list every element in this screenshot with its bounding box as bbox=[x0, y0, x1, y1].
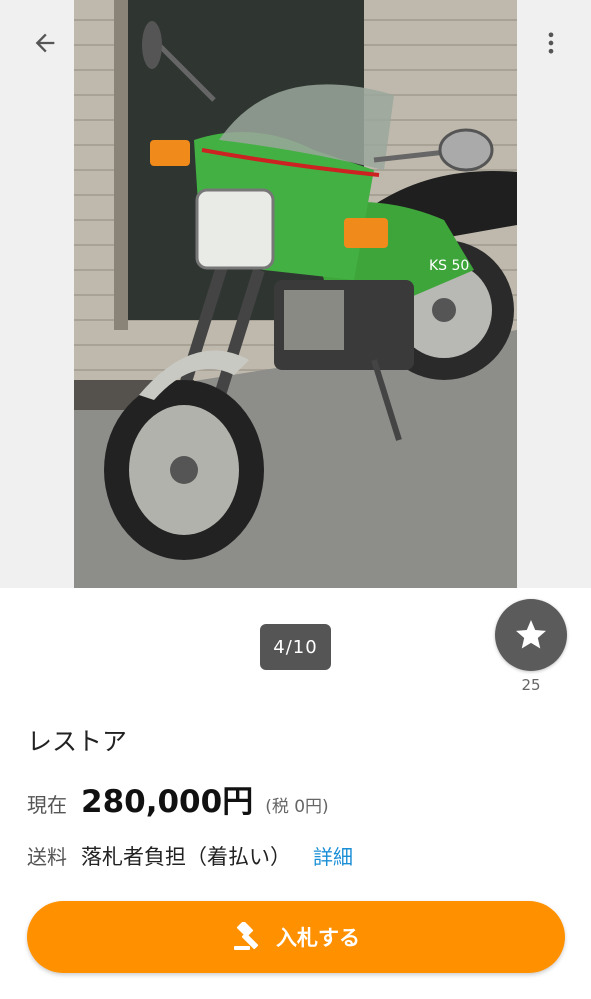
favorite-button[interactable] bbox=[495, 599, 567, 671]
price-label: 現在 bbox=[27, 793, 67, 817]
bid-button-label: 入札する bbox=[276, 927, 360, 950]
shipping-value: 落札者負担（着払い） bbox=[81, 845, 291, 869]
svg-text:KS 50: KS 50 bbox=[429, 258, 469, 274]
shipping-row: 送料 落札者負担（着払い） 詳細 bbox=[27, 841, 353, 871]
bid-button[interactable]: 入札する bbox=[27, 901, 565, 973]
arrow-left-icon bbox=[35, 33, 55, 53]
star-icon bbox=[516, 620, 546, 649]
current-price: 280,000円 bbox=[81, 784, 254, 820]
image-gallery[interactable]: KS 50 bbox=[0, 0, 591, 588]
shipping-label: 送料 bbox=[27, 845, 67, 869]
price-row: 現在 280,000円 (税 0円) bbox=[27, 776, 329, 821]
motorcycle-image: KS 50 bbox=[74, 0, 517, 588]
back-button[interactable] bbox=[22, 20, 68, 66]
more-vertical-icon bbox=[548, 32, 554, 54]
favorite-count: 25 bbox=[521, 676, 541, 694]
item-title: レストア bbox=[27, 727, 128, 756]
shipping-detail-link[interactable]: 詳細 bbox=[313, 841, 353, 870]
item-photo[interactable]: KS 50 bbox=[74, 0, 517, 588]
tax-note: (税 0円) bbox=[265, 797, 329, 817]
image-counter: 4/10 bbox=[260, 624, 331, 670]
gavel-icon bbox=[234, 922, 259, 950]
more-options-button[interactable] bbox=[528, 20, 574, 66]
